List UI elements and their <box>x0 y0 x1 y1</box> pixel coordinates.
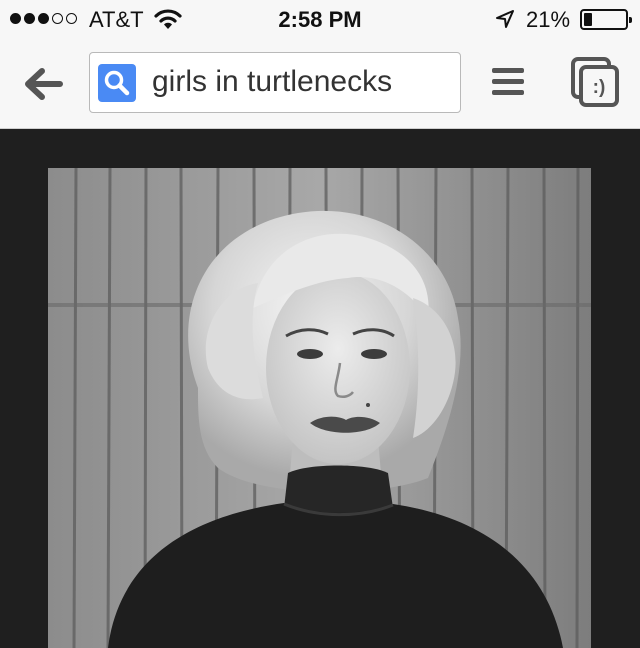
battery-icon <box>580 9 632 30</box>
tabs-icon[interactable]: :) <box>570 56 620 108</box>
location-arrow-icon <box>496 10 514 28</box>
menu-icon[interactable] <box>492 68 524 98</box>
battery-level <box>584 13 592 26</box>
status-bar: AT&T 2:58 PM 21% <box>0 0 640 40</box>
search-input[interactable]: girls in turtlenecks <box>89 52 461 113</box>
back-arrow-icon[interactable] <box>20 62 68 106</box>
search-icon <box>98 64 136 102</box>
svg-text::): :) <box>593 77 606 98</box>
search-query: girls in turtlenecks <box>152 65 393 98</box>
search-result-area <box>0 129 640 648</box>
battery-percentage: 21% <box>526 7 571 32</box>
browser-toolbar: girls in turtlenecks :) <box>0 40 640 129</box>
result-image[interactable] <box>48 168 591 648</box>
